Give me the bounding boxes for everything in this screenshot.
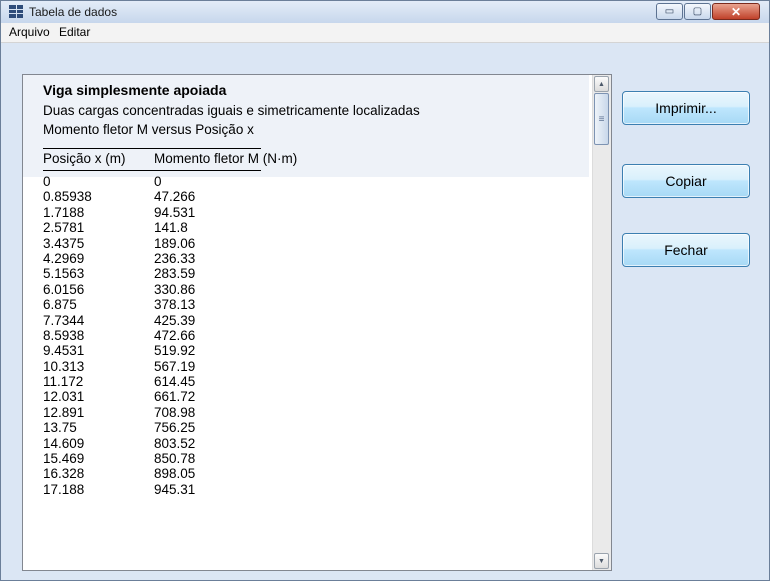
position-cell: 17.188 (43, 481, 85, 497)
menu-editar[interactable]: Editar (59, 25, 90, 39)
maximize-button[interactable]: ▢ (684, 3, 711, 20)
position-cell: 6.875 (43, 297, 77, 313)
moment-cell: 378.13 (154, 297, 196, 313)
position-cell: 4.2969 (43, 250, 85, 266)
table-heading: Viga simplesmente apoiada (43, 82, 227, 98)
table-row: 13.75 756.25 (43, 420, 443, 435)
print-button[interactable]: Imprimir... (622, 91, 750, 125)
position-cell: 10.313 (43, 358, 85, 374)
position-cell: 15.469 (43, 451, 85, 467)
moment-cell: 850.78 (154, 451, 196, 467)
data-table-window: Tabela de dados ▭ ▢ ✕ Arquivo Editar Vig… (0, 0, 770, 581)
moment-cell: 47.266 (154, 189, 196, 205)
table-row: 9.4531 519.92 (43, 343, 443, 358)
position-cell: 2.5781 (43, 220, 85, 236)
scroll-down-icon[interactable]: ▼ (594, 553, 609, 569)
moment-cell: 189.06 (154, 235, 196, 251)
table-row: 10.313 567.19 (43, 359, 443, 374)
close-button[interactable]: Fechar (622, 233, 750, 267)
header-rule-top (43, 148, 261, 149)
table-row: 3.4375 189.06 (43, 236, 443, 251)
position-cell: 3.4375 (43, 235, 85, 251)
data-rows: 0 0 0.85938 47.266 1.7188 94.531 2.5781 141.8 3.… (43, 174, 443, 497)
table-row: 4.2969 236.33 (43, 251, 443, 266)
position-cell: 12.891 (43, 404, 85, 420)
table-row: 11.172 614.45 (43, 374, 443, 389)
moment-cell: 898.05 (154, 466, 196, 482)
title-bar[interactable]: Tabela de dados ▭ ▢ ✕ (1, 1, 769, 23)
vertical-scrollbar[interactable]: ▲ ≡ ▼ (592, 75, 611, 570)
moment-cell: 756.25 (154, 420, 196, 436)
table-row: 7.7344 425.39 (43, 313, 443, 328)
table-icon (9, 5, 23, 18)
position-cell: 5.1563 (43, 266, 85, 282)
table-row: 6.0156 330.86 (43, 282, 443, 297)
table-row: 12.031 661.72 (43, 389, 443, 404)
minimize-button[interactable]: ▭ (656, 3, 683, 20)
position-cell: 1.7188 (43, 204, 85, 220)
table-row: 00 (43, 174, 443, 189)
table-row: 17.188 945.31 (43, 482, 443, 497)
position-cell: 9.4531 (43, 343, 85, 359)
position-cell: 8.5938 (43, 327, 85, 343)
column-header-position: Posição x (m) (43, 151, 126, 166)
table-row: 16.328 898.05 (43, 466, 443, 481)
menu-arquivo[interactable]: Arquivo (9, 25, 50, 39)
position-cell: 13.75 (43, 420, 77, 436)
moment-cell: 803.52 (154, 435, 196, 451)
moment-cell: 283.59 (154, 266, 196, 282)
moment-cell: 472.66 (154, 327, 196, 343)
moment-cell: 945.31 (154, 481, 196, 497)
table-row: 1.7188 94.531 (43, 205, 443, 220)
moment-cell: 425.39 (154, 312, 196, 328)
moment-cell: 519.92 (154, 343, 196, 359)
position-cell: 16.328 (43, 466, 85, 482)
moment-cell: 614.45 (154, 374, 196, 390)
moment-cell: 661.72 (154, 389, 196, 405)
column-header-moment: Momento fletor M (N·m) (154, 151, 298, 166)
data-text-pane[interactable]: Viga simplesmente apoiada Duas cargas co… (22, 74, 612, 571)
table-row: 0.85938 47.266 (43, 189, 443, 204)
copy-button[interactable]: Copiar (622, 164, 750, 198)
table-header-block: Viga simplesmente apoiada Duas cargas co… (23, 75, 589, 177)
table-row: 8.5938 472.66 (43, 328, 443, 343)
table-row: 2.5781 141.8 (43, 220, 443, 235)
header-rule-bottom (43, 170, 261, 171)
close-window-button[interactable]: ✕ (712, 3, 760, 20)
table-subheading: Duas cargas concentradas iguais e simetr… (43, 103, 420, 118)
position-cell: 7.7344 (43, 312, 85, 328)
moment-cell: 567.19 (154, 358, 196, 374)
table-row: 12.891 708.98 (43, 405, 443, 420)
moment-cell: 708.98 (154, 404, 196, 420)
scroll-thumb[interactable]: ≡ (594, 93, 609, 145)
table-row: 15.469 850.78 (43, 451, 443, 466)
position-cell: 0.85938 (43, 189, 92, 205)
scroll-up-icon[interactable]: ▲ (594, 76, 609, 92)
table-caption: Momento fletor M versus Posição x (43, 122, 254, 137)
position-cell: 12.031 (43, 389, 85, 405)
moment-cell: 141.8 (154, 220, 188, 236)
table-row: 14.609 803.52 (43, 436, 443, 451)
moment-cell: 0 (154, 174, 162, 189)
table-row: 5.1563 283.59 (43, 266, 443, 281)
position-cell: 11.172 (43, 374, 84, 390)
position-cell: 6.0156 (43, 281, 85, 297)
moment-cell: 330.86 (154, 281, 196, 297)
moment-cell: 94.531 (154, 204, 196, 220)
position-cell: 0 (43, 174, 51, 189)
menu-bar: Arquivo Editar (1, 23, 769, 43)
table-row: 6.875 378.13 (43, 297, 443, 312)
moment-cell: 236.33 (154, 250, 196, 266)
position-cell: 14.609 (43, 435, 85, 451)
window-title: Tabela de dados (29, 5, 118, 19)
